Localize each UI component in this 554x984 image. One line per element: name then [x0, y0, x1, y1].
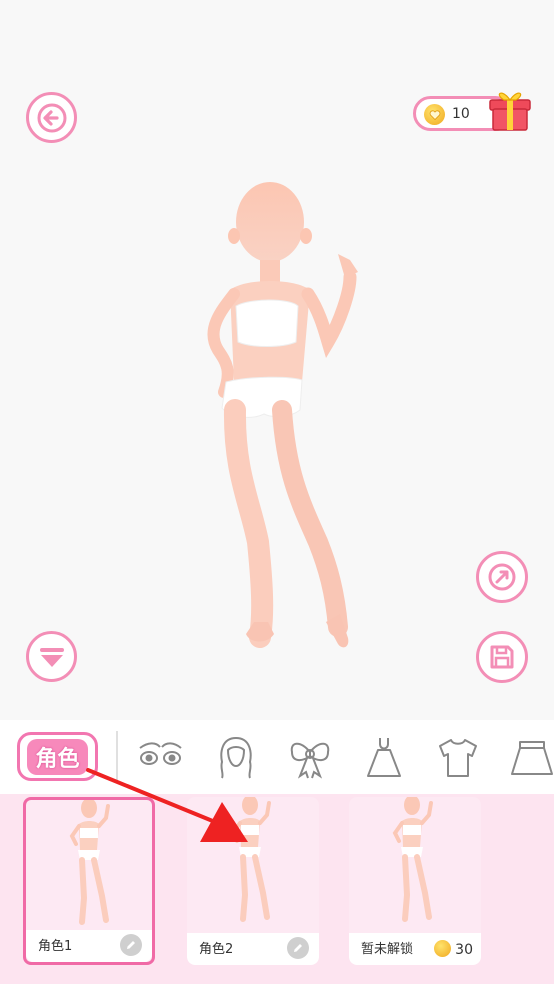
tshirt-icon[interactable] — [434, 734, 482, 780]
pencil-icon — [127, 941, 135, 949]
collapse-button[interactable] — [26, 631, 77, 682]
tab-character-label: 角色 — [27, 738, 88, 775]
rotate-button[interactable] — [476, 551, 528, 603]
card-label: 角色2 — [199, 942, 234, 957]
card-label: 角色1 — [38, 939, 73, 954]
pencil-icon — [294, 944, 302, 952]
gift-icon[interactable] — [486, 84, 534, 132]
arrow-left-icon — [37, 103, 66, 132]
character-thumbnail — [392, 797, 433, 922]
bow-icon[interactable] — [286, 734, 334, 780]
character-card-locked[interactable]: 暂未解锁 30 — [349, 797, 481, 965]
dress-icon[interactable] — [360, 734, 408, 780]
edit-button[interactable] — [120, 934, 142, 956]
coin-icon — [434, 940, 451, 957]
back-button[interactable] — [26, 92, 77, 143]
unlock-price: 30 — [455, 942, 473, 958]
skirt-icon[interactable] — [508, 734, 554, 780]
edit-button[interactable] — [287, 937, 309, 959]
character-figure — [207, 182, 358, 648]
coin-icon — [424, 104, 445, 125]
card-label: 暂未解锁 — [361, 942, 414, 957]
pointer-arrow-icon — [86, 768, 248, 842]
rotate-icon — [488, 563, 516, 591]
save-icon — [490, 645, 514, 669]
triangle-down-icon — [39, 647, 64, 667]
save-button[interactable] — [476, 631, 528, 683]
coin-count: 10 — [452, 106, 470, 122]
